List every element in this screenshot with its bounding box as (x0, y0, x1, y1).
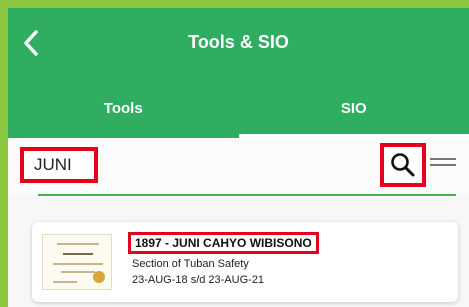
search-icon (391, 153, 415, 177)
tab-sio[interactable]: SIO (238, 78, 469, 138)
search-bar (8, 138, 469, 194)
tab-bar: Tools SIO (8, 78, 469, 138)
app-screen: Tools & SIO Tools SIO 1897 - JUNI CAHYO … (8, 8, 469, 307)
result-date-range: 23-AUG-18 s/d 23-AUG-21 (132, 274, 265, 286)
tab-tools[interactable]: Tools (8, 78, 239, 138)
page-title: Tools & SIO (188, 32, 289, 52)
result-section: Section of Tuban Safety (132, 258, 249, 270)
search-input[interactable] (20, 147, 98, 183)
search-button[interactable] (380, 143, 426, 187)
certificate-thumbnail (42, 234, 112, 290)
result-title: 1897 - JUNI CAHYO WIBISONO (128, 232, 319, 254)
divider (38, 194, 456, 196)
app-bar: Tools & SIO (8, 8, 469, 78)
hamburger-menu-icon[interactable] (430, 158, 456, 170)
result-card[interactable]: 1897 - JUNI CAHYO WIBISONO Section of Tu… (32, 222, 458, 302)
